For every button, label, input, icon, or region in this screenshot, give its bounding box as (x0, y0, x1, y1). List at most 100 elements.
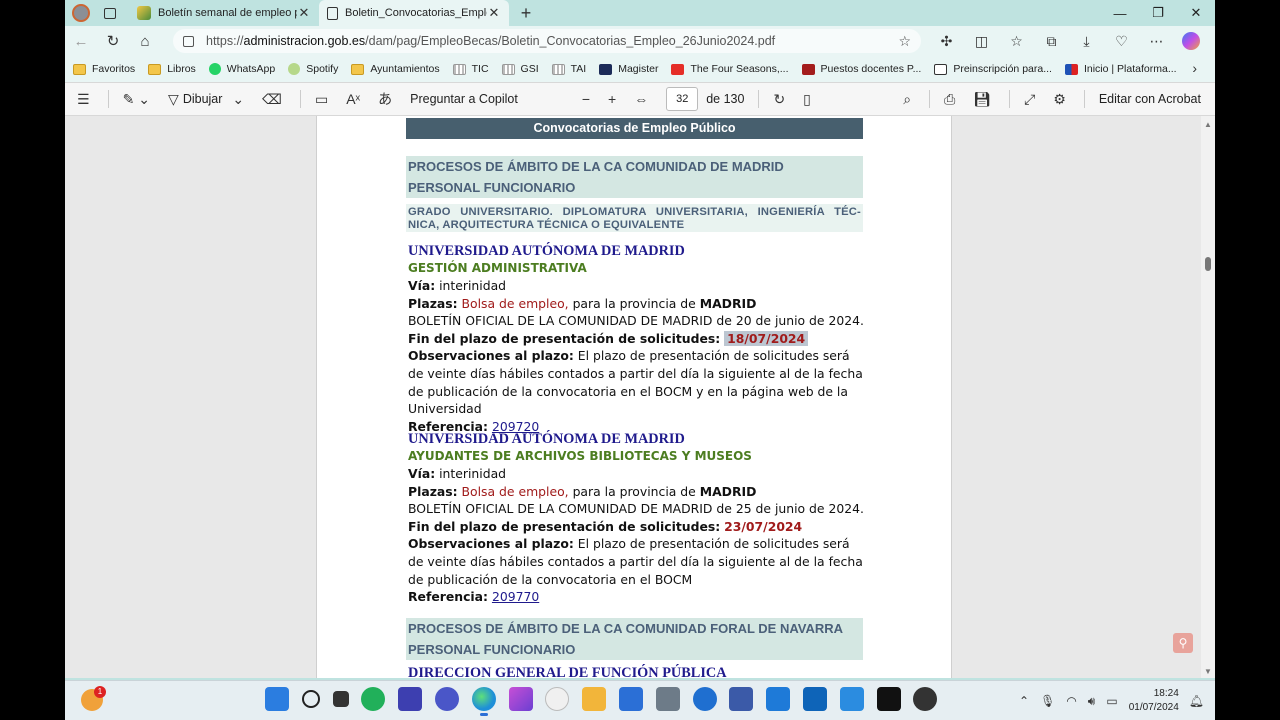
bookmark-tai[interactable]: TAI (551, 63, 586, 75)
scrollbar-thumb[interactable] (1205, 257, 1211, 271)
close-window-button[interactable]: ✕ (1177, 0, 1215, 26)
zoom-icon[interactable] (692, 687, 717, 711)
outlook-icon[interactable] (802, 687, 827, 711)
clock[interactable]: 18:24 01/07/2024 (1129, 687, 1179, 715)
clipchamp-icon[interactable] (508, 687, 533, 711)
chat-app-icon[interactable] (361, 687, 386, 711)
bookmark-favoritos[interactable]: Favoritos (73, 63, 135, 75)
address-bar[interactable]: https://administracion.gob.es/dam/pag/Em… (173, 29, 921, 53)
tab-actions-icon[interactable] (99, 2, 121, 24)
remote-desktop-icon[interactable] (729, 687, 754, 711)
notifications-icon[interactable]: 🔔︎ (1189, 694, 1204, 708)
mail-icon[interactable] (766, 687, 791, 711)
tab-boletin-semanal[interactable]: Boletín semanal de empleo públi ✕ (129, 0, 319, 26)
chevron-right-icon[interactable]: › (1192, 60, 1197, 76)
tab-boletin-pdf[interactable]: Boletin_Convocatorias_Empleo_2 ✕ (319, 0, 509, 26)
meeting-app-icon[interactable] (434, 687, 459, 711)
bookmark-four-seasons[interactable]: The Four Seasons,... (671, 63, 789, 75)
site-icon (1064, 63, 1078, 75)
settings-button[interactable]: ⚙ (1053, 91, 1070, 108)
battery-icon[interactable]: ▭ (1106, 694, 1117, 708)
downloads-icon[interactable]: ⤓ (1069, 28, 1104, 54)
close-icon[interactable]: ✕ (297, 5, 311, 21)
search-button[interactable]: ⌕ (903, 91, 915, 108)
terminal-icon[interactable] (876, 687, 901, 711)
bookmark-libros[interactable]: Libros (148, 63, 196, 75)
deadline-date: 18/07/2024 (724, 330, 809, 346)
translate-icon: あ (378, 91, 393, 107)
bookmark-tic[interactable]: TIC (452, 63, 489, 75)
page-view-button[interactable]: ▯ (803, 91, 815, 108)
volume-icon[interactable]: 🔊︎ (1088, 694, 1096, 709)
site-icon (551, 63, 565, 75)
new-tab-button[interactable]: + (515, 2, 537, 24)
collections-icon[interactable]: ⧉ (1034, 28, 1069, 54)
zoom-out-button[interactable]: − (582, 91, 594, 107)
bookmark-puestos-docentes[interactable]: Puestos docentes P... (801, 63, 921, 75)
save-button[interactable]: 💾︎ (973, 91, 995, 108)
ask-copilot-button[interactable]: Preguntar a Copilot (410, 92, 518, 106)
media-player-icon[interactable] (545, 687, 570, 711)
edit-with-acrobat-button[interactable]: Editar con Acrobat (1099, 92, 1201, 106)
page-number-input[interactable]: 32 (666, 87, 699, 111)
scroll-down-icon[interactable]: ▼ (1204, 667, 1212, 676)
back-button[interactable]: ← (65, 28, 97, 54)
bookmark-magister[interactable]: Magister (599, 63, 658, 75)
bookmark-spotify[interactable]: Spotify (288, 63, 338, 75)
github-icon[interactable] (913, 687, 938, 711)
extensions-icon[interactable]: ✣ (929, 28, 964, 54)
browser-essentials-icon[interactable]: ♡ (1104, 28, 1139, 54)
bookmark-preinscripcion[interactable]: Preinscripción para... (934, 63, 1052, 75)
fit-width-icon: ⇔ (634, 91, 649, 107)
start-icon[interactable] (265, 687, 289, 711)
highlight-button[interactable]: ✎ ⌄ (123, 91, 154, 108)
restore-button[interactable]: ❐ (1139, 0, 1177, 26)
close-icon[interactable]: ✕ (487, 5, 501, 21)
fullscreen-button[interactable]: ⤢ (1024, 91, 1039, 108)
read-aloud-button[interactable]: Aˣ (346, 91, 364, 107)
more-menu-icon[interactable]: ⋯ (1139, 28, 1174, 54)
favorites-icon[interactable]: ☆ (999, 28, 1034, 54)
teams-app-icon[interactable] (839, 687, 864, 711)
home-button[interactable]: ⌂ (129, 28, 161, 54)
translate-button[interactable]: あ (378, 89, 396, 109)
profile-button[interactable] (69, 2, 93, 24)
divider (1009, 90, 1011, 108)
vertical-scrollbar[interactable]: ▲ ▼ (1201, 116, 1215, 678)
fit-page-button[interactable]: ⇔ (634, 91, 652, 107)
add-text-button[interactable]: ▭ (315, 91, 332, 108)
calculator-icon[interactable] (655, 687, 680, 711)
divider (929, 90, 931, 108)
bookmark-gsi[interactable]: GSI (501, 63, 539, 75)
favorite-star-icon[interactable]: ☆ (898, 33, 911, 50)
edge-icon[interactable] (471, 687, 496, 716)
pdf-viewer[interactable]: Convocatorias de Empleo Público PROCESOS… (65, 116, 1215, 678)
teams-icon[interactable] (398, 687, 423, 711)
rotate-button[interactable]: ↻ (773, 91, 789, 108)
bookmark-plataforma[interactable]: Inicio | Plataforma... (1064, 63, 1177, 75)
lock-icon (183, 35, 194, 47)
wifi-icon[interactable]: ◠ (1066, 694, 1076, 708)
bookmark-whatsapp[interactable]: WhatsApp (208, 63, 275, 75)
scroll-up-icon[interactable]: ▲ (1204, 120, 1212, 129)
file-explorer-icon[interactable] (582, 687, 607, 711)
minimize-button[interactable]: — (1101, 0, 1139, 26)
copilot-icon[interactable] (1182, 32, 1200, 50)
save-icon: 💾︎ (973, 90, 992, 107)
draw-button[interactable]: ▽ Dibujar ⌄ (168, 91, 248, 108)
search-icon[interactable] (301, 690, 320, 708)
refresh-button[interactable]: ↻ (97, 28, 129, 54)
erase-button[interactable]: ⌫ (262, 91, 286, 108)
bookmark-ayuntamientos[interactable]: Ayuntamientos (351, 63, 440, 75)
print-button[interactable]: ⎙ (944, 91, 959, 108)
split-screen-icon[interactable]: ◫ (964, 28, 999, 54)
zoom-in-button[interactable]: + (608, 91, 620, 107)
acrobat-icon[interactable]: ⚲ (1173, 633, 1193, 653)
store-icon[interactable] (618, 687, 643, 711)
contents-button[interactable]: ☰ (77, 91, 94, 108)
chevron-up-icon[interactable]: ⌃ (1019, 694, 1029, 708)
reference-link[interactable]: 209770 (492, 589, 539, 604)
task-view-icon[interactable] (332, 691, 349, 707)
microphone-icon[interactable]: 🎙︎ (1040, 694, 1055, 708)
weather-widget-icon[interactable]: 1 (81, 686, 106, 711)
